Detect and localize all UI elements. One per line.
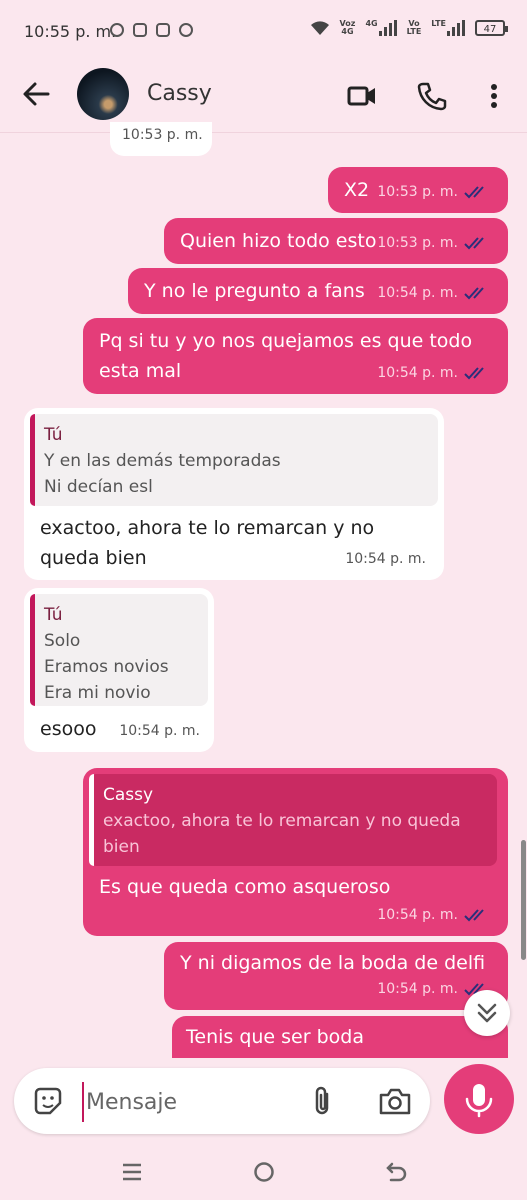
quoted-message[interactable]: Cassy exactoo, ahora te lo remarcan y no… [89,774,497,866]
quote-author: Tú [44,425,63,445]
message-time: 10:54 p. m. [377,981,458,997]
network-lte-label: LTE [406,27,422,36]
network-lte-top: LTE [431,19,446,28]
quote-text-line1: Solo [44,631,81,651]
camera-icon[interactable] [378,1085,412,1117]
quote-text-line2: Eramos novios [44,657,169,677]
message-bubble-outgoing[interactable]: Y no le pregunto a fans 10:54 p. m. [128,268,508,314]
sticker-icon[interactable] [32,1085,64,1117]
signal-icon [378,20,397,36]
message-text: Es que queda como asqueroso [99,876,391,898]
quote-text-line1: exactoo, ahora te lo remarcan y no queda [103,811,461,831]
video-call-icon[interactable] [346,80,378,112]
attach-icon[interactable] [310,1085,336,1117]
message-time: 10:54 p. m. [345,551,426,567]
message-text: esooo [40,718,97,740]
recent-apps-icon[interactable] [120,1160,144,1184]
message-time: 10:54 p. m. [377,285,458,301]
message-text-line2: esta mal [99,360,182,382]
home-icon[interactable] [252,1160,276,1184]
message-time: 10:54 p. m. [377,907,458,923]
signal-icon-2 [447,20,465,36]
message-bubble-outgoing-partial[interactable]: Tenis que ser boda [172,1016,508,1058]
double-check-icon [464,186,484,199]
double-check-icon [464,909,484,922]
message-input[interactable] [82,1082,298,1122]
message-text: Tenis que ser boda [186,1026,364,1048]
quote-author: Tú [44,605,63,625]
double-check-icon [464,287,484,300]
more-options-icon[interactable] [478,80,510,112]
battery-icon: 47 [475,20,508,36]
network-4g-top: 4G [365,19,378,28]
status-bar: 10:55 p. m. Voz 4G 4G Vo LTE LTE 47 [0,0,527,62]
message-bubble-incoming[interactable]: Tú Solo Eramos novios Era mi novio esooo… [24,588,214,752]
message-text-line1: exactoo, ahora te lo remarcan y no [40,517,375,539]
quote-text-line2: Ni decían esl [44,477,153,497]
double-chevron-down-icon [477,1003,497,1023]
contact-avatar[interactable] [77,68,129,120]
phone-call-icon[interactable] [416,80,448,112]
message-text-line2: queda bien [40,547,147,569]
back-arrow-icon[interactable] [22,80,50,108]
shield-icon [156,23,170,37]
message-bubble-outgoing[interactable]: Y ni digamos de la boda de delfi 10:54 p… [164,942,508,1010]
contact-name[interactable]: Cassy [147,81,212,106]
instagram-icon [133,23,147,37]
double-check-icon [464,367,484,380]
whatsapp-icon [110,23,124,37]
quoted-message[interactable]: Tú Solo Eramos novios Era mi novio [30,594,208,706]
message-time: 10:53 p. m. [377,235,458,251]
quote-text-line2: bien [103,837,140,857]
message-text: Quien hizo todo esto [180,230,377,252]
wifi-icon [310,21,329,35]
facebook-icon [179,23,193,37]
message-text: X2 [344,179,370,201]
message-bubble-outgoing[interactable]: X2 10:53 p. m. [328,167,508,213]
message-time: 10:53 p. m. [122,127,203,143]
system-nav-bar [0,1148,527,1200]
scroll-to-bottom-button[interactable] [464,990,510,1036]
scrollbar[interactable] [521,840,526,960]
message-text: Y no le pregunto a fans [144,280,365,302]
message-time: 10:54 p. m. [377,365,458,381]
message-bubble-outgoing[interactable]: Quien hizo todo esto 10:53 p. m. [164,218,508,264]
message-bubble-partial[interactable]: 10:53 p. m. [110,122,212,156]
quote-text-line1: Y en las demás temporadas [44,451,281,471]
message-bubble-incoming[interactable]: Tú Y en las demás temporadas Ni decían e… [24,408,444,580]
microphone-button[interactable] [444,1064,514,1134]
quote-text-line3: Era mi novio [44,683,151,703]
quoted-message[interactable]: Tú Y en las demás temporadas Ni decían e… [30,414,438,506]
chat-header: Cassy [0,62,527,133]
microphone-icon [465,1084,493,1118]
back-nav-icon[interactable] [384,1160,408,1184]
message-time: 10:53 p. m. [377,184,458,200]
network-4g-label: 4G [341,27,354,36]
message-time: 10:54 p. m. [119,723,200,739]
message-composer [14,1068,430,1134]
double-check-icon [464,237,484,250]
status-time: 10:55 p. m. [24,22,117,41]
message-text-line1: Pq si tu y yo nos quejamos es que todo [99,330,473,352]
message-bubble-outgoing[interactable]: Pq si tu y yo nos quejamos es que todo e… [83,318,508,394]
quote-author: Cassy [103,785,154,805]
message-bubble-outgoing[interactable]: Cassy exactoo, ahora te lo remarcan y no… [83,768,508,936]
